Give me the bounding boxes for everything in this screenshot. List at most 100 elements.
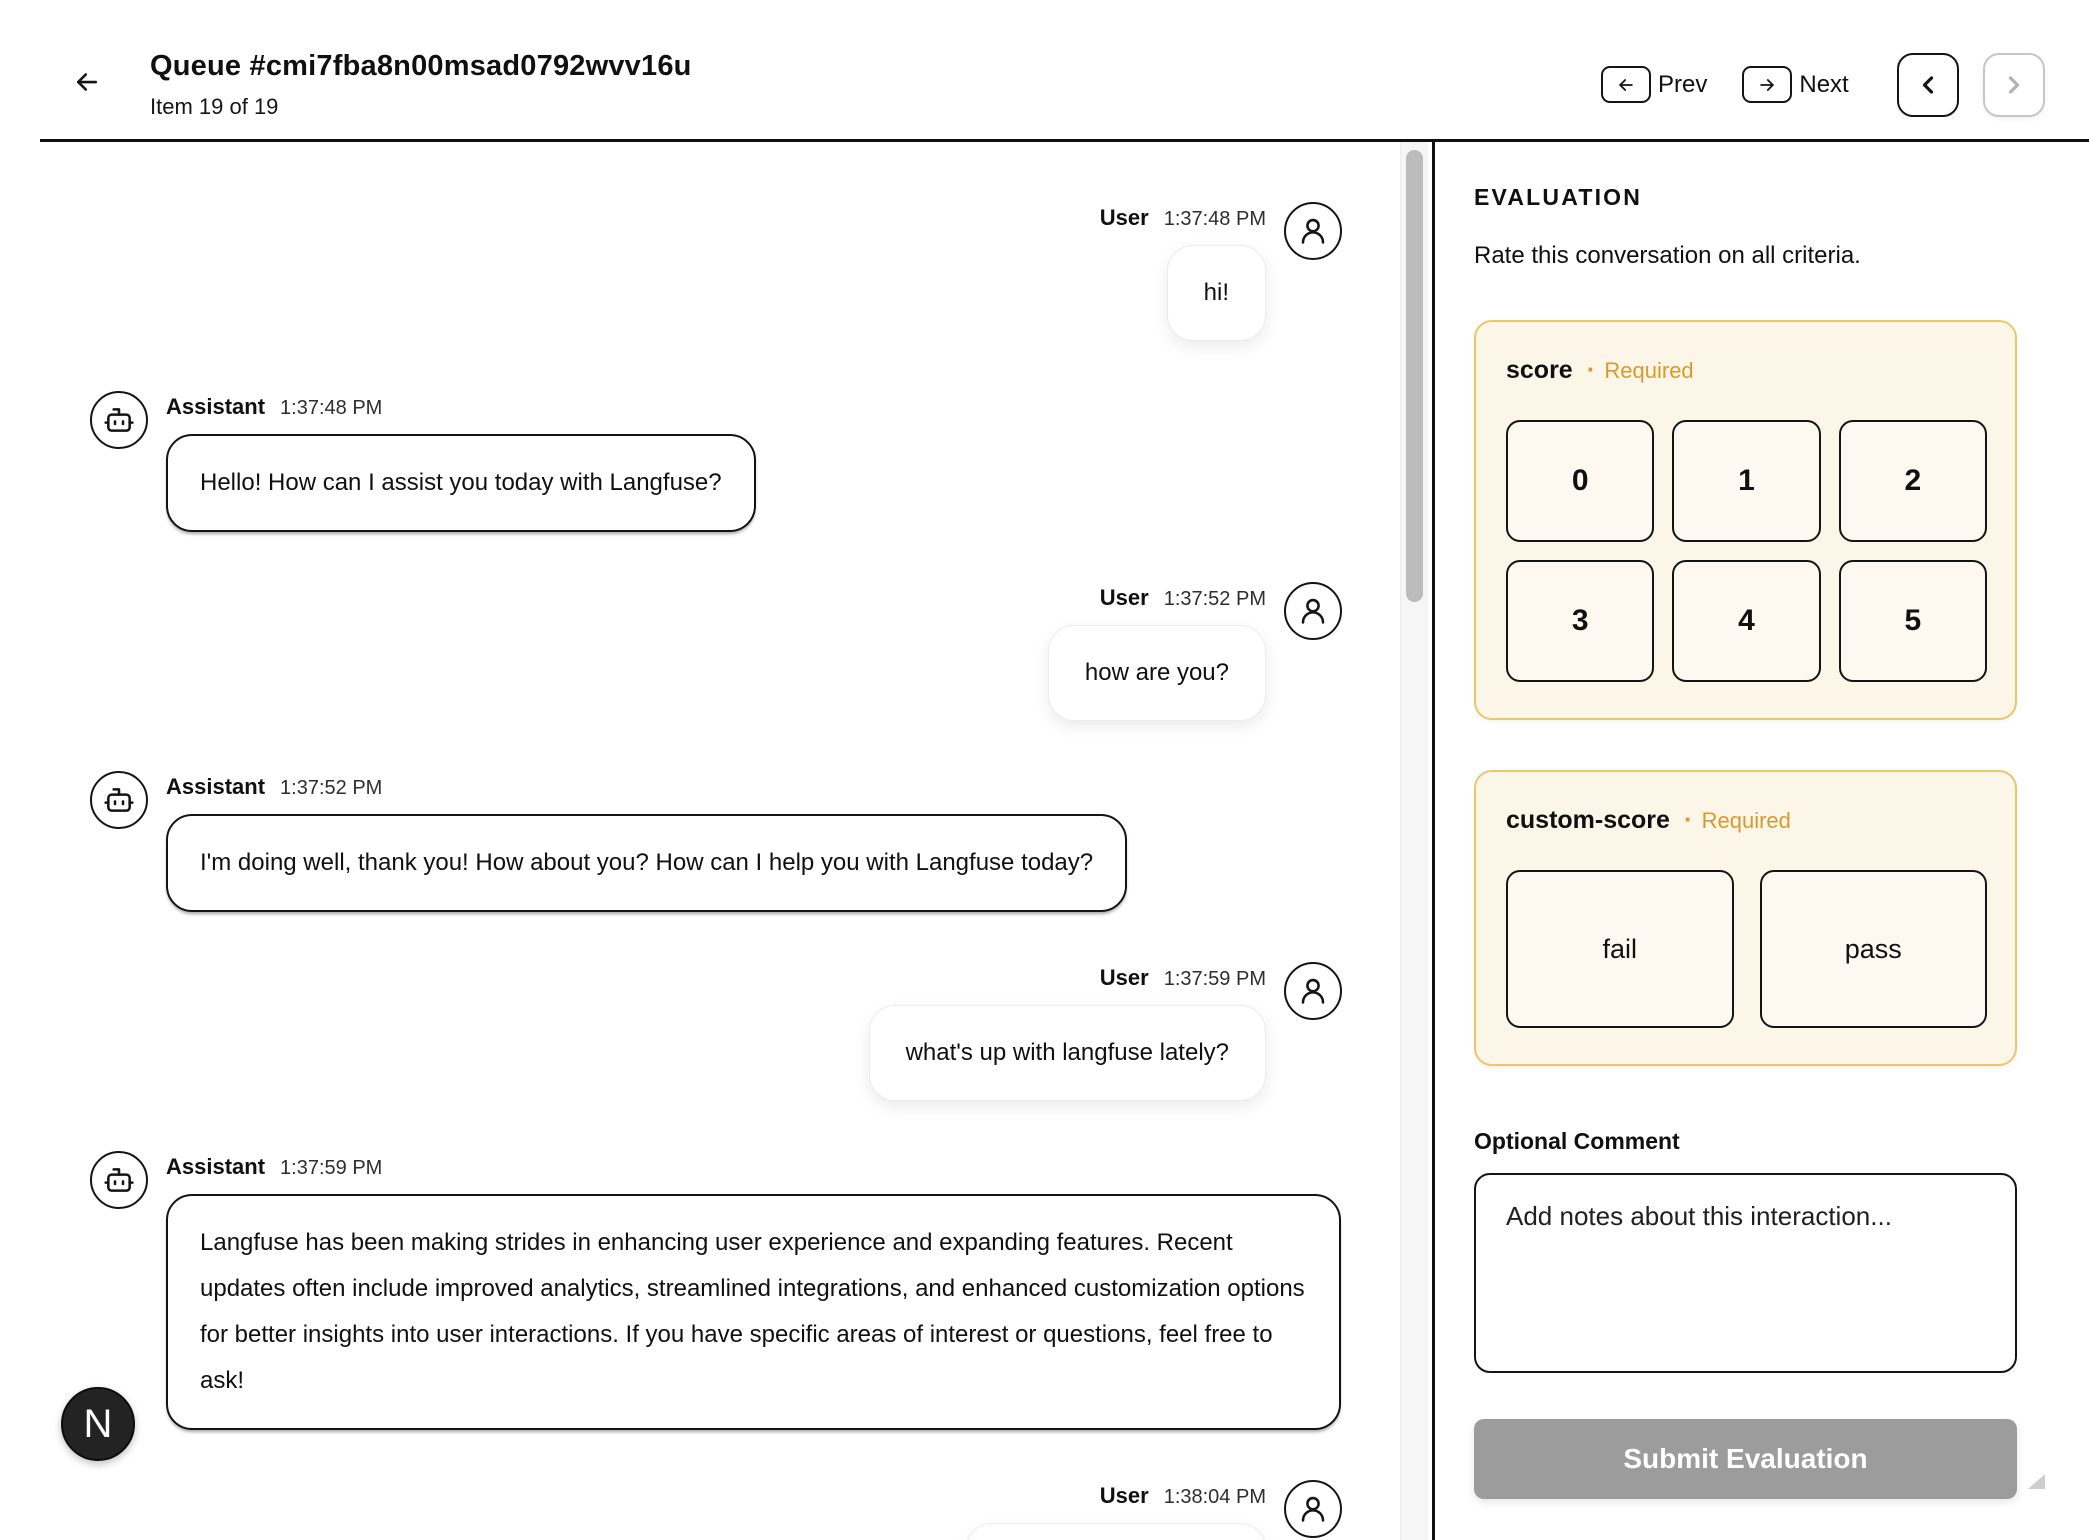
- chat-scrollbar-thumb[interactable]: [1406, 150, 1423, 602]
- message-body: User 1:37:52 PM how are you?: [1048, 584, 1266, 721]
- bot-icon: [103, 1164, 135, 1196]
- message-body: User 1:38:04 PM: [966, 1482, 1266, 1540]
- score-option-1[interactable]: 1: [1672, 420, 1820, 542]
- message-header: User 1:37:52 PM: [1100, 584, 1266, 613]
- criterion-card: custom-score ·Required failpass: [1474, 770, 2017, 1066]
- score-option-2[interactable]: 2: [1839, 420, 1987, 542]
- criterion-name: score: [1506, 356, 1573, 385]
- message-bubble: I'm doing well, thank you! How about you…: [166, 814, 1127, 912]
- user-icon: [1297, 975, 1329, 1007]
- message-timestamp: 1:37:59 PM: [280, 1154, 382, 1182]
- collapse-panel-button[interactable]: [1897, 53, 1959, 117]
- criterion-card: score ·Required 012 345: [1474, 320, 2017, 720]
- chat-scrollbar-track: [1400, 142, 1428, 1540]
- custom-score-option-fail[interactable]: fail: [1506, 870, 1734, 1028]
- criterion-options: 012 345: [1506, 420, 1987, 682]
- user-icon: [1297, 595, 1329, 627]
- comment-input[interactable]: [1474, 1173, 2017, 1373]
- arrow-right-icon: [1756, 75, 1778, 95]
- message-role: Assistant: [166, 1153, 265, 1181]
- page-title: Queue #cmi7fba8n00msad0792wvv16u: [150, 50, 692, 83]
- avatar: [1284, 202, 1342, 260]
- bot-icon: [103, 784, 135, 816]
- nextjs-dev-badge[interactable]: N: [61, 1387, 135, 1461]
- pager-controls: Prev Next: [1601, 66, 1849, 103]
- nextjs-logo-letter: N: [84, 1402, 113, 1447]
- score-option-5[interactable]: 5: [1839, 560, 1987, 682]
- header: Queue #cmi7fba8n00msad0792wvv16u Item 19…: [0, 0, 2089, 141]
- criterion-options: failpass: [1506, 870, 1987, 1028]
- message-body: Assistant 1:37:59 PM Langfuse has been m…: [166, 1153, 1341, 1430]
- next-label: Next: [1799, 71, 1848, 99]
- message-header: User 1:37:59 PM: [1100, 964, 1266, 993]
- score-option-0[interactable]: 0: [1506, 420, 1654, 542]
- header-titles: Queue #cmi7fba8n00msad0792wvv16u Item 19…: [150, 50, 692, 120]
- avatar: [90, 771, 148, 829]
- chat-message: User 1:37:52 PM how are you?: [0, 584, 1432, 721]
- avatar: [1284, 962, 1342, 1020]
- avatar: [90, 1151, 148, 1209]
- comment-label: Optional Comment: [1474, 1128, 2017, 1155]
- message-bubble: [966, 1523, 1266, 1540]
- arrow-left-icon: [70, 67, 104, 97]
- next-button[interactable]: [1742, 66, 1792, 103]
- prev-label: Prev: [1658, 71, 1707, 99]
- criterion-name: custom-score: [1506, 806, 1670, 835]
- bot-icon: [103, 404, 135, 436]
- chat-message: Assistant 1:37:52 PM I'm doing well, tha…: [0, 773, 1432, 912]
- message-bubble: Hello! How can I assist you today with L…: [166, 434, 756, 532]
- avatar: [1284, 582, 1342, 640]
- evaluation-heading: EVALUATION: [1474, 184, 2017, 211]
- user-icon: [1297, 1493, 1329, 1525]
- message-header: User 1:37:48 PM: [1100, 204, 1266, 233]
- message-bubble: what's up with langfuse lately?: [869, 1005, 1266, 1101]
- chat-message: User 1:38:04 PM: [0, 1482, 1432, 1540]
- message-role: User: [1100, 204, 1149, 232]
- message-role: User: [1100, 964, 1149, 992]
- message-timestamp: 1:37:52 PM: [1164, 585, 1266, 613]
- prev-button[interactable]: [1601, 66, 1651, 103]
- chat-message: User 1:37:59 PM what's up with langfuse …: [0, 964, 1432, 1101]
- avatar: [1284, 1480, 1342, 1538]
- chat-message: Assistant 1:37:59 PM Langfuse has been m…: [0, 1153, 1432, 1430]
- message-timestamp: 1:37:48 PM: [280, 394, 382, 422]
- annotation-queue-page: Queue #cmi7fba8n00msad0792wvv16u Item 19…: [0, 0, 2089, 1540]
- message-bubble: how are you?: [1048, 625, 1266, 721]
- expand-panel-button[interactable]: [1983, 53, 2045, 117]
- message-bubble: Langfuse has been making strides in enha…: [166, 1194, 1341, 1430]
- message-role: Assistant: [166, 773, 265, 801]
- message-timestamp: 1:37:48 PM: [1164, 205, 1266, 233]
- submit-evaluation-button[interactable]: Submit Evaluation: [1474, 1419, 2017, 1499]
- required-badge: ·Required: [1684, 808, 1791, 834]
- user-icon: [1297, 215, 1329, 247]
- message-bubble: hi!: [1167, 245, 1266, 341]
- message-header: User 1:38:04 PM: [1100, 1482, 1266, 1511]
- chat-message: Assistant 1:37:48 PM Hello! How can I as…: [0, 393, 1432, 532]
- score-option-4[interactable]: 4: [1672, 560, 1820, 682]
- chevron-left-icon: [1914, 71, 1942, 99]
- message-body: Assistant 1:37:52 PM I'm doing well, tha…: [166, 773, 1127, 912]
- custom-score-option-pass[interactable]: pass: [1760, 870, 1988, 1028]
- required-badge: ·Required: [1587, 358, 1694, 384]
- item-progress: Item 19 of 19: [150, 94, 692, 120]
- message-timestamp: 1:37:59 PM: [1164, 965, 1266, 993]
- arrow-left-icon: [1615, 75, 1637, 95]
- message-header: Assistant 1:37:48 PM: [166, 393, 382, 422]
- criterion-header: custom-score ·Required: [1506, 806, 1987, 835]
- message-header: Assistant 1:37:52 PM: [166, 773, 382, 802]
- message-timestamp: 1:38:04 PM: [1164, 1483, 1266, 1511]
- message-body: Assistant 1:37:48 PM Hello! How can I as…: [166, 393, 756, 532]
- chat-message: User 1:37:48 PM hi!: [0, 204, 1432, 341]
- message-body: User 1:37:59 PM what's up with langfuse …: [869, 964, 1266, 1101]
- chat-transcript: User 1:37:48 PM hi! Assistant 1:37:48 PM…: [0, 142, 1432, 1540]
- criterion-header: score ·Required: [1506, 356, 1987, 385]
- message-header: Assistant 1:37:59 PM: [166, 1153, 382, 1182]
- panel-collapse-controls: [1897, 53, 2045, 117]
- chevron-right-icon: [2000, 71, 2028, 99]
- back-button[interactable]: [66, 62, 108, 102]
- avatar: [90, 391, 148, 449]
- resize-handle[interactable]: [2028, 1474, 2045, 1489]
- message-role: User: [1100, 1482, 1149, 1510]
- score-option-3[interactable]: 3: [1506, 560, 1654, 682]
- message-body: User 1:37:48 PM hi!: [1100, 204, 1266, 341]
